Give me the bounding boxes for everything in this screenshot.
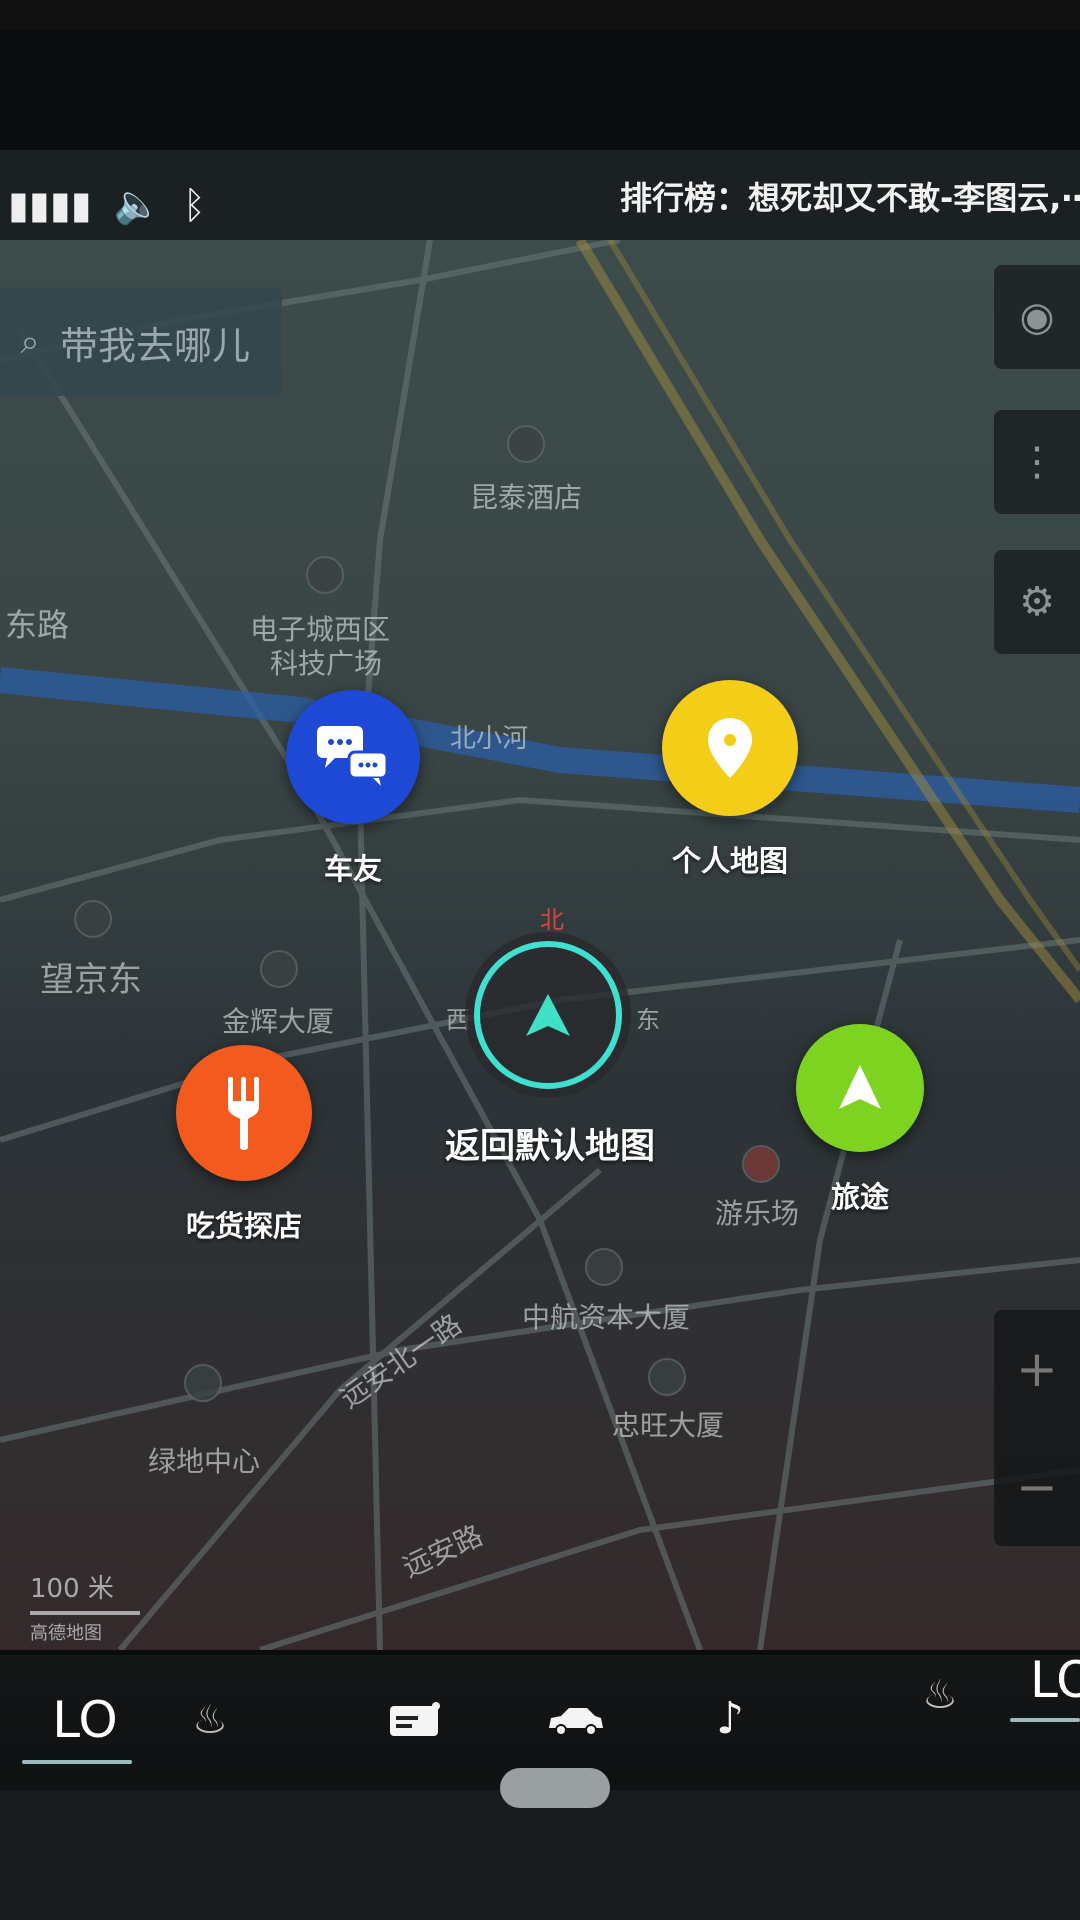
- settings-button[interactable]: ⚙: [994, 550, 1080, 654]
- zoom-controls: + −: [994, 1310, 1080, 1546]
- road-label-east: 东路: [5, 606, 70, 644]
- back-default-map-label[interactable]: 返回默认地图: [420, 1118, 680, 1169]
- poi-label-lvdi: 绿地中心: [148, 1445, 261, 1478]
- poi-label-hotel: 昆泰酒店: [470, 481, 583, 514]
- park-poi-icon[interactable]: [306, 556, 344, 594]
- right-seat-heat-button[interactable]: ♨: [910, 1665, 970, 1725]
- menu-journey[interactable]: 旅途: [794, 1024, 926, 1216]
- search-input[interactable]: ⌕ 带我去哪儿: [0, 288, 282, 396]
- location-arrow-icon: [526, 994, 570, 1036]
- seat-heat-icon: ♨: [192, 1697, 228, 1743]
- car-icon: [549, 1708, 603, 1736]
- music-button[interactable]: ♪: [700, 1688, 760, 1748]
- bluetooth-icon: ᛒ: [182, 182, 206, 227]
- signal-bars-icon: ▮▮▮▮: [8, 182, 92, 227]
- console-knob: [500, 1768, 610, 1808]
- left-temp-value: LO: [52, 1691, 118, 1749]
- search-placeholder: 带我去哪儿: [60, 323, 251, 368]
- zoom-out-button[interactable]: −: [994, 1428, 1080, 1546]
- volume-icon: 🔈: [113, 182, 161, 226]
- card-icon: [390, 1702, 440, 1736]
- chat-bubbles-icon: [286, 690, 420, 824]
- poi-label-zhonghang: 中航资本大厦: [522, 1301, 691, 1334]
- river-label: 北小河: [450, 724, 529, 754]
- traffic-button[interactable]: ⋮: [994, 410, 1080, 514]
- menu-car-friends[interactable]: 车友: [286, 690, 420, 888]
- fork-icon: [176, 1045, 312, 1181]
- map-provider-label: 高德地图: [30, 1623, 102, 1644]
- location-button[interactable]: ◉: [994, 265, 1080, 369]
- left-seat-heat-button[interactable]: ♨: [180, 1690, 240, 1750]
- menu-food-explore[interactable]: 吃货探店: [176, 1045, 312, 1245]
- station-label: 望京东: [40, 960, 142, 1000]
- building-poi-icon[interactable]: [260, 950, 298, 988]
- amusement-poi-icon[interactable]: [742, 1145, 780, 1183]
- right-temp-control[interactable]: LO: [1030, 1650, 1080, 1710]
- traffic-light-icon: ⋮: [1017, 439, 1057, 485]
- status-icons: ▮▮▮▮ 🔈 ᛒ: [8, 182, 206, 227]
- navigation-arrow-icon: [796, 1024, 924, 1152]
- subway-station-icon[interactable]: [74, 900, 112, 938]
- card-button[interactable]: [380, 1690, 450, 1750]
- current-location-ring: [474, 941, 622, 1089]
- menu-label-journey: 旅途: [830, 1180, 889, 1214]
- scale-value: 100 米: [30, 1574, 114, 1604]
- compass-north-marker: 北: [540, 906, 564, 934]
- gear-icon: ⚙: [1019, 579, 1055, 625]
- seat-heat-icon-right: ♨: [922, 1672, 958, 1718]
- left-temp-control[interactable]: LO: [40, 1690, 130, 1750]
- building-poi-icon-4[interactable]: [184, 1364, 222, 1402]
- screen-bezel-bottom: [0, 1790, 1080, 1920]
- menu-label-personal-map: 个人地图: [671, 844, 788, 878]
- poi-label-tech-plaza-2: 科技广场: [270, 647, 383, 680]
- search-icon: ⌕: [20, 322, 40, 362]
- poi-label-zhongwang: 忠旺大厦: [612, 1409, 725, 1442]
- poi-label-amusement: 游乐场: [715, 1197, 800, 1230]
- map-pin-icon: [662, 680, 798, 816]
- right-temp-value: LO: [1030, 1651, 1080, 1709]
- poi-label-jinhui: 金辉大厦: [222, 1005, 335, 1038]
- location-icon: ◉: [1019, 294, 1055, 340]
- screen-bezel-top: [0, 0, 1080, 30]
- building-poi-icon-2[interactable]: [585, 1248, 623, 1286]
- back-default-map-button[interactable]: [465, 932, 631, 1098]
- map-scale: 100 米 高德地图: [30, 1568, 140, 1645]
- left-temp-slider[interactable]: [22, 1760, 132, 1764]
- menu-label-food-explore: 吃货探店: [185, 1209, 302, 1243]
- vehicle-button[interactable]: [540, 1690, 610, 1750]
- zoom-in-button[interactable]: +: [994, 1310, 1080, 1428]
- menu-personal-map[interactable]: 个人地图: [662, 680, 798, 880]
- hotel-poi-icon[interactable]: [507, 425, 545, 463]
- building-poi-icon-3[interactable]: [648, 1358, 686, 1396]
- compass-east-marker: 东: [636, 1006, 660, 1034]
- music-note-icon: ♪: [715, 1692, 745, 1744]
- right-temp-slider[interactable]: [1010, 1718, 1080, 1722]
- scale-bar: [30, 1611, 140, 1615]
- now-playing-text[interactable]: 排行榜：想死却又不敢-李图云,⋯: [620, 173, 1080, 219]
- menu-label-car-friends: 车友: [323, 852, 382, 886]
